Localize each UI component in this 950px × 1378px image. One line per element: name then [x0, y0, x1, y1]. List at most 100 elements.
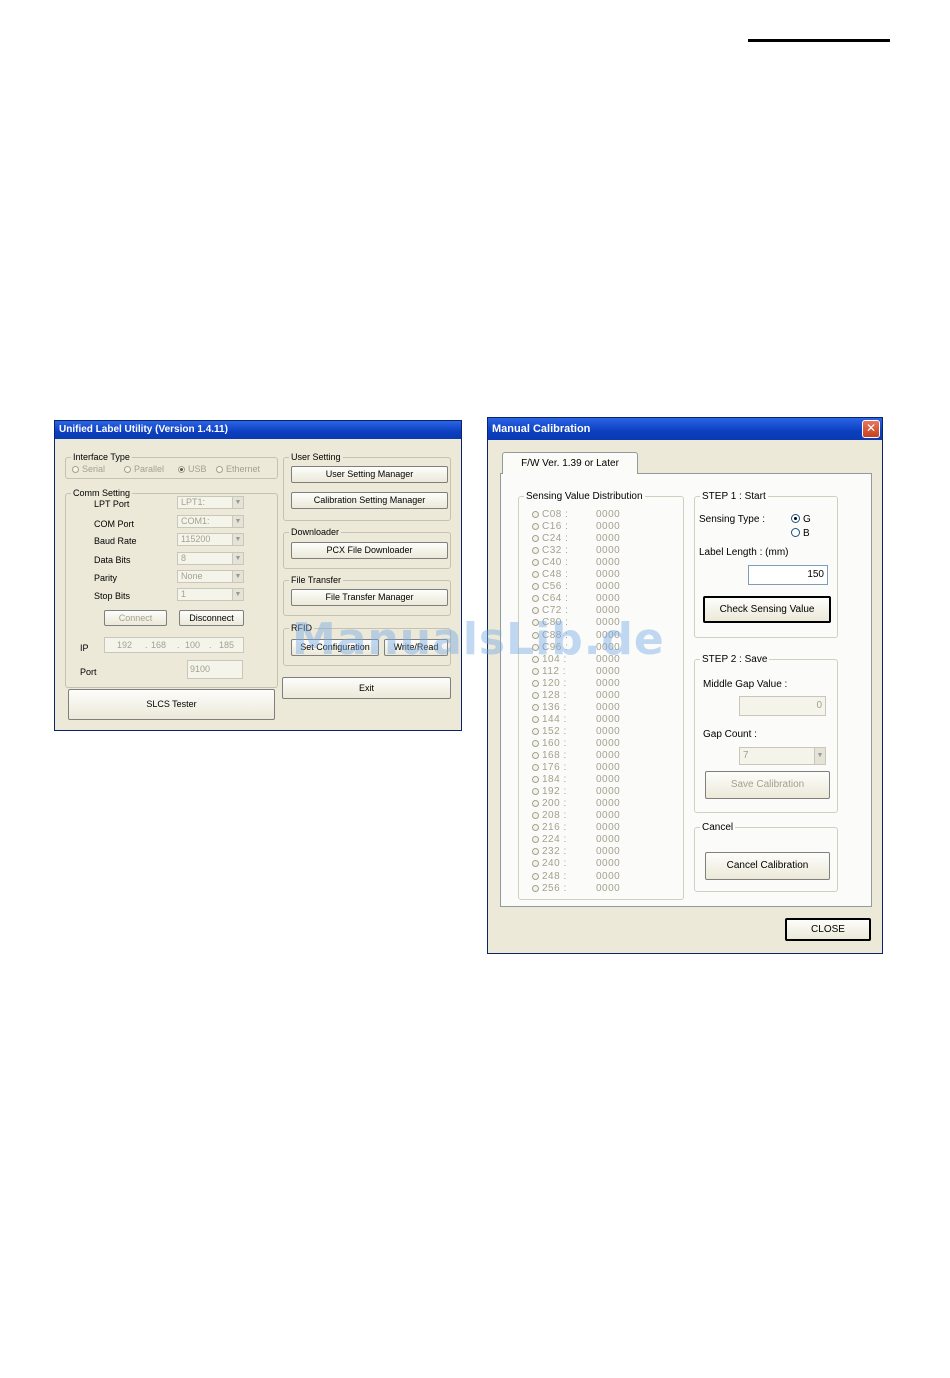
sensing-value-row[interactable]: 152 : 0000	[532, 726, 620, 738]
radio-parallel[interactable]: Parallel	[124, 463, 164, 475]
slcs-tester-button[interactable]: SLCS Tester	[68, 689, 275, 720]
sensing-value-distribution-title: Sensing Value Distribution	[524, 491, 645, 502]
radio-ethernet[interactable]: Ethernet	[216, 463, 260, 475]
sensing-value-row[interactable]: 112 : 0000	[532, 666, 620, 678]
label-length-input[interactable]: 150	[748, 565, 828, 585]
radio-icon	[72, 466, 79, 473]
parity-select[interactable]: None ▼	[177, 570, 244, 583]
radio-icon	[532, 595, 539, 603]
radio-icon	[532, 872, 539, 880]
sensing-value-value: 0000	[596, 750, 621, 761]
port-input[interactable]: 9100	[187, 660, 243, 679]
sensing-value-value: 0000	[596, 521, 621, 533]
radio-icon	[791, 528, 800, 537]
ip-octet-1: 192	[117, 640, 133, 650]
radio-icon	[532, 523, 539, 531]
tab-fw-ver[interactable]: F/W Ver. 1.39 or Later	[502, 452, 638, 474]
middle-gap-value-input[interactable]: 0	[739, 696, 826, 716]
sensing-value-row[interactable]: 120 : 0000	[532, 678, 620, 690]
radio-icon	[532, 824, 539, 832]
sensing-value-row[interactable]: C48 : 0000	[532, 569, 620, 581]
check-sensing-value-button[interactable]: Check Sensing Value	[703, 596, 831, 623]
radio-usb[interactable]: USB	[178, 463, 207, 475]
middle-gap-value-label: Middle Gap Value :	[703, 679, 788, 690]
sensing-value-row[interactable]: C24 : 0000	[532, 533, 620, 545]
radio-icon	[532, 727, 539, 735]
sensing-value-row[interactable]: C40 : 0000	[532, 557, 620, 569]
sensing-value-row[interactable]: 184 : 0000	[532, 774, 620, 786]
sensing-value-key: 160 :	[542, 737, 567, 749]
radio-g[interactable]: G	[791, 514, 811, 526]
comm-setting-group: Comm Setting LPT Port LPT1: ▼ COM Port CO…	[65, 488, 278, 688]
downloader-group: Downloader PCX File Downloader	[283, 527, 451, 569]
sensing-value-key: C48 :	[542, 569, 569, 581]
sensing-value-key: 136 :	[542, 701, 567, 713]
sensing-value-row[interactable]: 168 : 0000	[532, 750, 620, 762]
sensing-value-row[interactable]: 256 : 0000	[532, 883, 620, 895]
save-calibration-button[interactable]: Save Calibration	[705, 771, 830, 799]
sensing-value-key: 208 :	[542, 810, 567, 822]
com-port-select[interactable]: COM1: ▼	[177, 515, 244, 528]
sensing-value-distribution-group: Sensing Value Distribution C08 :0000 C16 …	[518, 491, 684, 900]
stop-bits-select[interactable]: 1 ▼	[177, 588, 244, 601]
sensing-value-row[interactable]: 240 : 0000	[532, 858, 620, 870]
sensing-value-key: 216 :	[542, 822, 567, 834]
sensing-value-row[interactable]: 144 : 0000	[532, 714, 620, 726]
sensing-value-value: 0000	[596, 858, 621, 870]
sensing-value-key: 168 :	[542, 750, 567, 761]
cancel-calibration-button[interactable]: Cancel Calibration	[705, 852, 830, 880]
radio-icon	[532, 848, 539, 856]
sensing-value-row[interactable]: 208 : 0000	[532, 810, 620, 822]
parity-label: Parity	[94, 573, 118, 583]
user-setting-manager-button[interactable]: User Setting Manager	[291, 466, 448, 483]
baud-rate-label: Baud Rate	[94, 536, 137, 546]
sensing-value-row[interactable]: 248 : 0000	[532, 871, 620, 883]
sensing-value-row[interactable]: 176 : 0000	[532, 762, 620, 774]
watermark: ManualsLib.de	[292, 614, 665, 665]
sensing-value-value: 0000	[596, 689, 621, 701]
file-transfer-manager-button[interactable]: File Transfer Manager	[291, 589, 448, 606]
sensing-value-row[interactable]: 200 : 0000	[532, 798, 620, 810]
sensing-value-row[interactable]: 192 : 0000	[532, 786, 620, 798]
sensing-value-row[interactable]: C64 : 0000	[532, 593, 620, 605]
pcx-file-downloader-button[interactable]: PCX File Downloader	[291, 542, 448, 559]
connect-button[interactable]: Connect	[104, 610, 167, 626]
com-port-label: COM Port	[94, 519, 135, 529]
sensing-value-key: C32 :	[542, 545, 569, 557]
user-setting-title: User Setting	[289, 452, 343, 463]
radio-serial[interactable]: Serial	[72, 463, 105, 475]
sensing-value-key: C64 :	[542, 593, 569, 605]
disconnect-button[interactable]: Disconnect	[179, 610, 244, 626]
radio-icon	[532, 812, 539, 820]
radio-icon	[532, 511, 539, 518]
data-bits-select[interactable]: 8 ▼	[177, 552, 244, 565]
radio-icon	[532, 884, 539, 892]
exit-button[interactable]: Exit	[282, 677, 451, 699]
baud-rate-select[interactable]: 115200 ▼	[177, 533, 244, 546]
sensing-value-row[interactable]: 136 : 0000	[532, 702, 620, 714]
sensing-value-row[interactable]: 224 : 0000	[532, 834, 620, 846]
sensing-value-row[interactable]: 128 : 0000	[532, 690, 620, 702]
sensing-value-row[interactable]: 160 : 0000	[532, 738, 620, 750]
ip-address-input[interactable]: 192 . 168 . 100 . 185	[104, 637, 244, 653]
window-title: Unified Label Utility (Version 1.4.11)	[55, 421, 461, 439]
radio-icon	[532, 571, 539, 579]
sensing-value-value: 0000	[596, 665, 621, 677]
sensing-value-row[interactable]: C16 : 0000	[532, 521, 620, 533]
gap-count-select[interactable]: 7 ▼	[739, 747, 826, 765]
sensing-value-row[interactable]: C32 : 0000	[532, 545, 620, 557]
sensing-type-label: Sensing Type :	[699, 514, 765, 525]
close-button[interactable]: CLOSE	[785, 918, 871, 941]
radio-b[interactable]: B	[791, 528, 810, 540]
sensing-value-value: 0000	[596, 846, 621, 858]
file-transfer-group: File Transfer File Transfer Manager	[283, 575, 451, 616]
radio-icon	[532, 559, 539, 567]
lpt-port-select[interactable]: LPT1: ▼	[177, 496, 244, 509]
radio-selected-icon	[178, 466, 185, 473]
sensing-value-row[interactable]: C56 : 0000	[532, 581, 620, 593]
sensing-value-row[interactable]: 216 : 0000	[532, 822, 620, 834]
sensing-value-row[interactable]: C08 : 0000	[532, 509, 620, 521]
sensing-value-row[interactable]: 232 : 0000	[532, 846, 620, 858]
close-icon[interactable]: ✕	[862, 420, 880, 438]
calibration-setting-manager-button[interactable]: Calibration Setting Manager	[291, 492, 448, 509]
